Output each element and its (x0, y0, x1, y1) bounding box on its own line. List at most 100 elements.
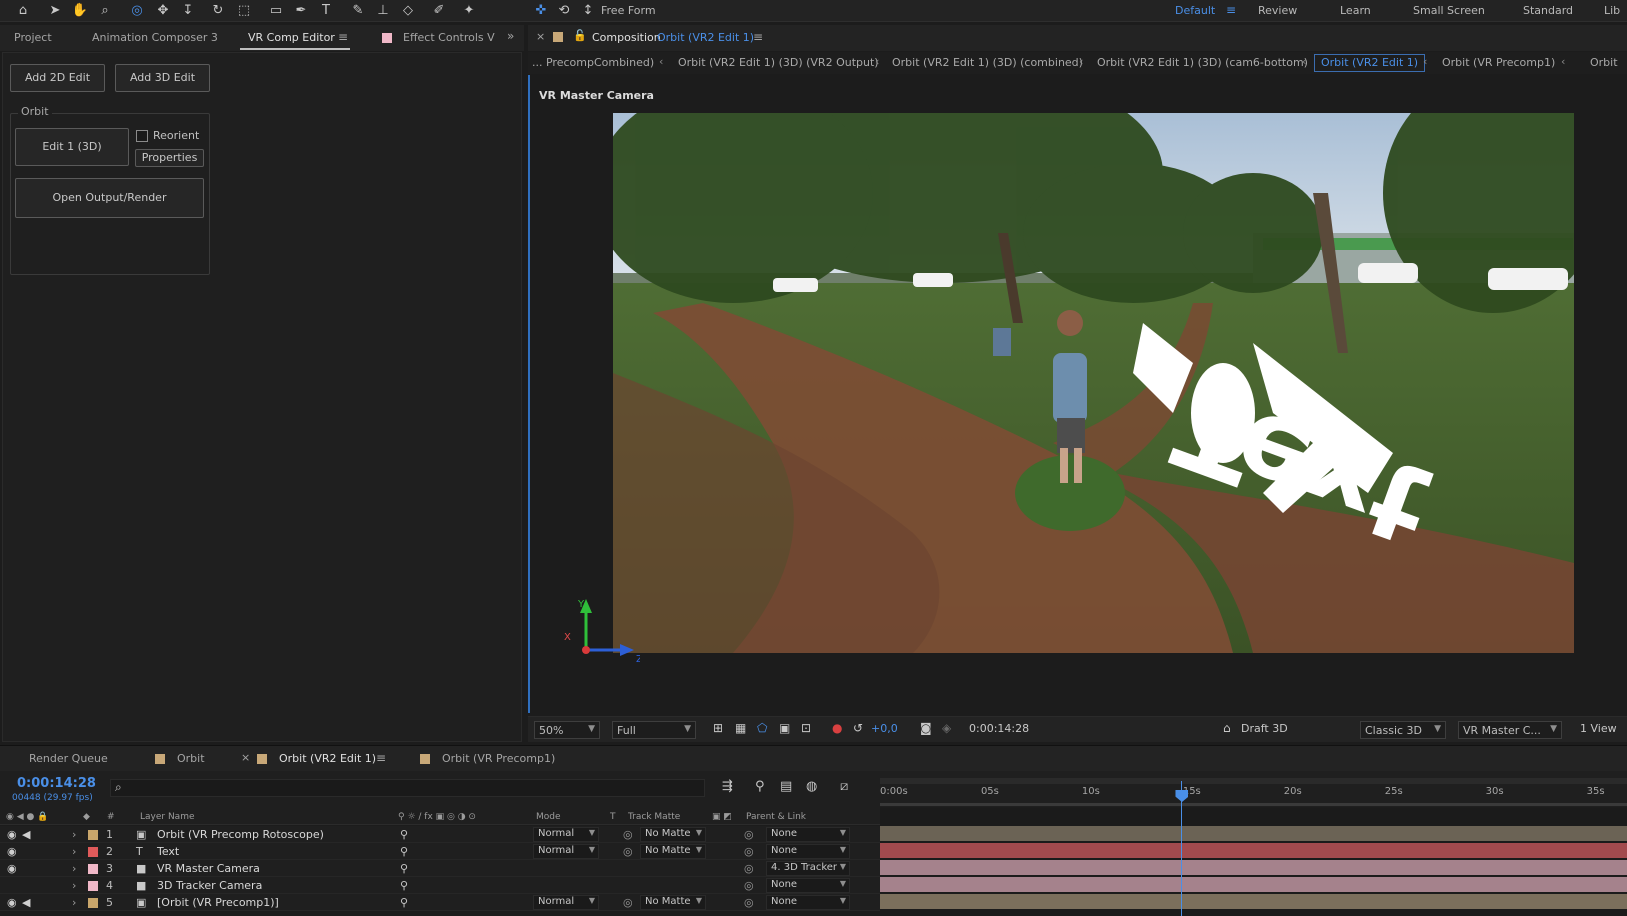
visibility-eye-icon[interactable]: ◉ (7, 896, 17, 909)
label-color-swatch[interactable] (88, 847, 98, 857)
layer-duration-bar[interactable] (880, 860, 1627, 875)
tab-effect-controls[interactable]: Effect Controls V (403, 31, 495, 44)
comp-flowchart-icon[interactable]: ⇶ (722, 779, 733, 794)
open-output-render-button[interactable]: Open Output/Render (15, 178, 204, 218)
timeline-timecode[interactable]: 0:00:14:28 (17, 776, 96, 791)
dolly-camera-tool-icon[interactable]: ↧ (177, 1, 199, 21)
layer-name[interactable]: 3D Tracker Camera (157, 879, 262, 892)
magnification-select[interactable]: 50% ▼ (534, 721, 600, 739)
grid-guides-icon[interactable]: ⊡ (801, 721, 811, 735)
layer-tracks[interactable] (880, 808, 1627, 916)
blend-mode-select[interactable]: Normal ▼ (533, 844, 599, 859)
eye-column-icon[interactable]: ◉ ◀ ● 🔒 (6, 812, 48, 822)
region-of-interest-icon[interactable]: ▣ (779, 721, 790, 735)
layer-row[interactable]: ◉ ◀ › 1 ▣ Orbit (VR Precomp Rotoscope) ⚲ Normal… (0, 826, 880, 843)
layer-row[interactable]: ◉ › 3 ■ VR Master Camera ⚲ ◎ 4. 3D Tracker ▼ (0, 860, 880, 877)
eraser-tool-icon[interactable]: ◇ (397, 1, 419, 21)
dolly-mode-icon[interactable]: ↕ (577, 1, 599, 21)
matte-link-icon[interactable]: ◎ (623, 896, 633, 909)
timeline-menu-icon[interactable]: ≡ (376, 751, 386, 765)
draft-3d-icon[interactable]: ⌂ (1223, 721, 1231, 735)
visibility-eye-icon[interactable]: ◉ (7, 845, 17, 858)
layer-duration-bar[interactable] (880, 894, 1627, 909)
draft-3d-toggle[interactable]: Draft 3D (1241, 722, 1288, 735)
shy-switch-icon[interactable]: ⚲ (400, 879, 408, 892)
breadcrumb-orbit[interactable]: Orbit (1590, 56, 1618, 69)
puppet-pin-tool-icon[interactable]: ✦ (458, 1, 480, 21)
track-matte-select[interactable]: No Matte ▼ (640, 844, 706, 859)
universal-axis-icon[interactable]: ✜ (530, 1, 552, 21)
expand-chevron-icon[interactable]: › (72, 845, 76, 858)
parent-select[interactable]: 4. 3D Tracker ▼ (766, 861, 850, 876)
breadcrumb-vr-precomp1[interactable]: Orbit (VR Precomp1) (1442, 56, 1555, 69)
layer-name[interactable]: Orbit (VR Precomp Rotoscope) (157, 828, 324, 841)
scene-preview-image[interactable]: Text (613, 113, 1574, 653)
breadcrumb-precomp-combined[interactable]: ... PrecompCombined) (532, 56, 654, 69)
tab-orbit[interactable]: Orbit (177, 752, 205, 765)
workspace-review[interactable]: Review (1258, 4, 1297, 17)
tab-vr-comp-editor[interactable]: VR Comp Editor (248, 31, 335, 44)
parent-select[interactable]: None ▼ (766, 878, 850, 893)
audio-icon[interactable]: ◀ (22, 896, 30, 909)
current-time-readout[interactable]: 0:00:14:28 (969, 722, 1029, 735)
tab-orbit-vr2-edit1[interactable]: Orbit (VR2 Edit 1) (279, 752, 376, 765)
roto-brush-tool-icon[interactable]: ✐ (428, 1, 450, 21)
parent-select[interactable]: None ▼ (766, 895, 850, 910)
camera-view-select[interactable]: VR Master C... ▼ (1458, 721, 1562, 739)
pan-camera-tool-icon[interactable]: ✥ (152, 1, 174, 21)
view-layout-select[interactable]: 1 View (1580, 722, 1617, 735)
motion-blur-icon[interactable]: ◍ (806, 779, 817, 794)
reset-exposure-icon[interactable]: ↺ (853, 721, 863, 735)
workspace-standard[interactable]: Standard (1523, 4, 1573, 17)
label-color-swatch[interactable] (88, 830, 98, 840)
blend-mode-select[interactable]: Normal ▼ (533, 895, 599, 910)
transparency-grid-icon[interactable]: ▦ (735, 721, 746, 735)
tab-render-queue[interactable]: Render Queue (29, 752, 108, 765)
pen-tool-icon[interactable]: ✒ (290, 1, 312, 21)
parent-select[interactable]: None ▼ (766, 827, 850, 842)
layer-duration-bar[interactable] (880, 826, 1627, 841)
workspace-menu-icon[interactable]: ≡ (1226, 3, 1236, 17)
layer-name[interactable]: VR Master Camera (157, 862, 260, 875)
workspace-learn[interactable]: Learn (1340, 4, 1371, 17)
track-matte-select[interactable]: No Matte ▼ (640, 827, 706, 842)
label-color-swatch[interactable] (88, 881, 98, 891)
hand-tool-icon[interactable]: ✋ (69, 1, 91, 21)
workspace-libraries[interactable]: Lib (1604, 4, 1620, 17)
time-ruler[interactable]: 0:00s 05s 10s 15s 20s 25s 30s 35s (880, 771, 1627, 807)
overflow-tabs-icon[interactable]: » (507, 29, 514, 43)
pick-whip-icon[interactable]: ◎ (744, 862, 754, 875)
pick-whip-icon[interactable]: ◎ (744, 896, 754, 909)
close-tab-icon[interactable]: × (536, 30, 545, 43)
workspace-small-screen[interactable]: Small Screen (1413, 4, 1485, 17)
fast-previews-icon[interactable]: ⊞ (713, 721, 723, 735)
work-area-bar[interactable] (880, 778, 1627, 784)
comp-tab-name[interactable]: Orbit (VR2 Edit 1) (657, 31, 754, 44)
add-2d-edit-button[interactable]: Add 2D Edit (10, 64, 105, 92)
graph-editor-icon[interactable]: ⧄ (840, 779, 848, 794)
home-icon[interactable]: ⌂ (12, 1, 34, 21)
layer-search-input[interactable] (110, 779, 705, 797)
breadcrumb-cam6-bottom[interactable]: Orbit (VR2 Edit 1) (3D) (cam6-bottom) (1097, 56, 1308, 69)
orbit-mode-icon[interactable]: ⟲ (553, 1, 575, 21)
blend-mode-select[interactable]: Normal ▼ (533, 827, 599, 842)
comp-tab-prefix[interactable]: Composition (592, 31, 661, 44)
brush-tool-icon[interactable]: ✎ (347, 1, 369, 21)
show-snapshot-icon[interactable]: ◈ (942, 721, 951, 735)
renderer-select[interactable]: Classic 3D ▼ (1360, 721, 1446, 739)
expand-chevron-icon[interactable]: › (72, 896, 76, 909)
zoom-tool-icon[interactable]: ⌕ (94, 1, 116, 21)
visibility-eye-icon[interactable]: ◉ (7, 828, 17, 841)
layer-row[interactable]: ◉ › 2 T Text ⚲ Normal ▼ ◎ No Matte ▼ ◎ None ▼ (0, 843, 880, 860)
layer-name-column-header[interactable]: Layer Name (140, 812, 195, 822)
label-color-swatch[interactable] (88, 864, 98, 874)
comp-panel-menu-icon[interactable]: ≡ (753, 30, 763, 44)
breadcrumb-vr2-output[interactable]: Orbit (VR2 Edit 1) (3D) (VR2 Output) (678, 56, 879, 69)
matte-link-icon[interactable]: ◎ (623, 845, 633, 858)
rotate-tool-icon[interactable]: ↻ (207, 1, 229, 21)
matte-link-icon[interactable]: ◎ (623, 828, 633, 841)
selection-tool-icon[interactable]: ➤ (44, 1, 66, 21)
rectangle-tool-icon[interactable]: ▭ (265, 1, 287, 21)
pick-whip-icon[interactable]: ◎ (744, 879, 754, 892)
type-tool-icon[interactable]: T (315, 1, 337, 21)
